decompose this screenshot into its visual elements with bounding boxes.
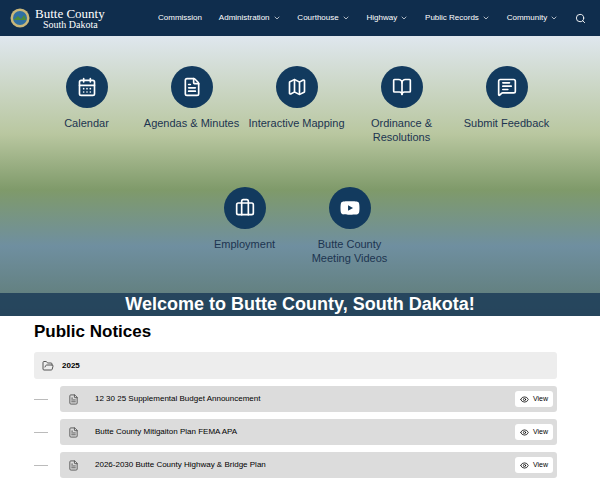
section-title: Public Notices — [34, 321, 557, 343]
eye-icon — [520, 428, 529, 437]
notice-title: Butte County Mitigaiton Plan FEMA APA — [95, 426, 515, 438]
quick-link[interactable]: Submit Feedback — [454, 66, 559, 187]
notice-row[interactable]: 2026-2030 Butte County Highway & Bridge … — [60, 452, 557, 478]
quick-link[interactable]: Ordinance & Resolutions — [349, 66, 454, 187]
quick-link[interactable]: Agendas & Minutes — [139, 66, 244, 187]
quick-link-label: Submit Feedback — [460, 116, 554, 130]
notice-title: 2026-2030 Butte County Highway & Bridge … — [95, 459, 515, 471]
view-button[interactable]: View — [515, 424, 553, 441]
book-icon — [392, 77, 412, 97]
document-icon — [182, 77, 202, 97]
page: Butte CountySouth Dakota Commission Admini… — [0, 0, 600, 480]
quick-link-label: Agendas & Minutes — [140, 116, 243, 130]
quick-link[interactable]: Butte County Meeting Videos — [297, 187, 402, 265]
eye-icon — [520, 461, 529, 470]
search-icon[interactable] — [575, 13, 586, 24]
logo[interactable]: Butte CountySouth Dakota — [10, 7, 140, 30]
briefcase-icon — [235, 198, 255, 218]
notice-row[interactable]: Butte County Mitigaiton Plan FEMA APAVie… — [60, 419, 557, 445]
header: Butte CountySouth Dakota Commission Admini… — [0, 0, 600, 36]
chevron-down-icon — [550, 14, 558, 22]
map-icon — [287, 77, 307, 97]
folder: 2025 12 30 25 Supplemental Budget Announc… — [34, 352, 557, 478]
folder-open-icon — [42, 360, 54, 372]
notice-row[interactable]: 12 30 25 Supplemental Budget Announcemen… — [60, 386, 557, 412]
logo-subtitle: South Dakota — [43, 20, 105, 30]
nav-item[interactable]: Administration — [219, 12, 281, 24]
view-button[interactable]: View — [515, 391, 553, 408]
nav-item[interactable]: Community — [507, 12, 558, 24]
chevron-down-icon — [342, 14, 350, 22]
quick-link-label: Employment — [210, 237, 279, 251]
nav-item[interactable]: Commission — [158, 12, 202, 24]
chevron-down-icon — [400, 14, 408, 22]
view-button[interactable]: View — [515, 457, 553, 474]
nav-item[interactable]: Highway — [367, 12, 409, 24]
quick-link[interactable]: Interactive Mapping — [244, 66, 349, 187]
main-nav: Commission Administration Courthouse Highwa… — [140, 12, 586, 24]
eye-icon — [520, 395, 529, 404]
file-icon — [68, 394, 79, 405]
file-icon — [68, 427, 79, 438]
folder-row[interactable]: 2025 — [34, 352, 557, 379]
feedback-icon — [497, 77, 517, 97]
quick-link[interactable]: Calendar — [34, 66, 139, 187]
nav-item[interactable]: Courthouse — [297, 12, 349, 24]
chevron-down-icon — [273, 14, 281, 22]
quick-link-label: Ordinance & Resolutions — [349, 116, 454, 144]
welcome-banner: Welcome to Butte County, South Dakota! — [0, 293, 600, 316]
nav-item[interactable]: Public Records — [425, 12, 490, 24]
seal-icon — [10, 8, 30, 28]
notice-title: 12 30 25 Supplemental Budget Announcemen… — [95, 393, 515, 405]
logo-title: Butte County — [35, 7, 105, 20]
video-icon — [340, 198, 360, 218]
calendar-icon — [77, 77, 97, 97]
hero: Calendar Agendas & MinutesInteractive Map… — [0, 36, 600, 316]
quick-link-label: Calendar — [60, 116, 113, 130]
quick-link[interactable]: Employment — [192, 187, 297, 265]
file-icon — [68, 460, 79, 471]
public-notices: Public Notices 2025 12 30 25 Supplemental … — [34, 316, 557, 478]
chevron-down-icon — [482, 14, 490, 22]
quick-link-label: Interactive Mapping — [245, 116, 349, 130]
quick-link-label: Butte County Meeting Videos — [297, 237, 402, 265]
